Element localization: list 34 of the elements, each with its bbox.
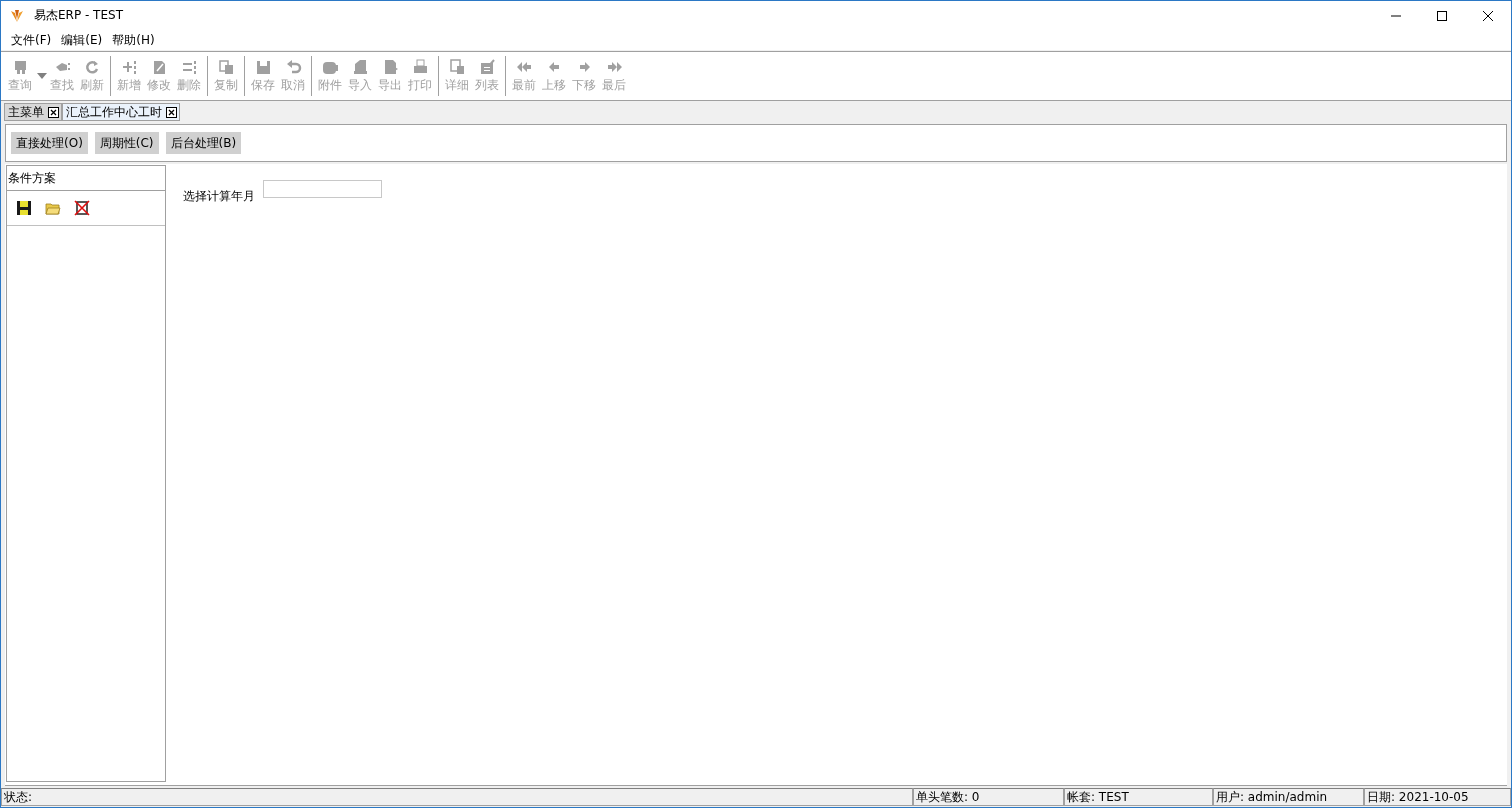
- window-title: 易杰ERP - TEST: [34, 7, 124, 24]
- logo-icon: [10, 8, 24, 23]
- clipboard-icon: [478, 58, 496, 75]
- status-cell: 帐套: TEST: [1064, 788, 1213, 806]
- minus-icon: [180, 58, 198, 75]
- close-icon[interactable]: [48, 106, 59, 118]
- delete-icon[interactable]: [74, 200, 90, 216]
- panel-title: 条件方案: [8, 169, 56, 187]
- field-label: 选择计算年月: [183, 188, 255, 205]
- status-cell: 单头笔数: 0: [913, 788, 1064, 806]
- tab[interactable]: 汇总工作中心工时: [62, 103, 180, 121]
- folder-icon[interactable]: [45, 200, 61, 216]
- action-button[interactable]: 直接处理(O): [11, 132, 88, 154]
- status-cell: 状态:: [1, 788, 913, 806]
- status-cell: 日期: 2021-10-05: [1364, 788, 1511, 806]
- menu-item[interactable]: 文件(F): [6, 31, 57, 49]
- refresh-icon: [83, 58, 101, 75]
- copy-icon: [217, 58, 235, 75]
- action-button[interactable]: 周期性(C): [94, 132, 159, 154]
- tab-label[interactable]: 汇总工作中心工时: [66, 103, 162, 121]
- close-icon[interactable]: [1483, 10, 1493, 21]
- tab-label[interactable]: 主菜单: [8, 103, 44, 121]
- input-field[interactable]: [263, 180, 382, 198]
- document-icon: [448, 58, 466, 75]
- status-cell: 用户: admin/admin: [1213, 788, 1364, 806]
- menu-item[interactable]: 编辑(E): [56, 31, 108, 49]
- plus-icon: [120, 58, 138, 75]
- print-icon: [411, 58, 429, 75]
- action-button[interactable]: 后台处理(B): [165, 132, 242, 154]
- import-icon: [351, 58, 369, 75]
- close-icon[interactable]: [166, 106, 177, 118]
- maximize-icon[interactable]: [1437, 10, 1447, 21]
- menu-item[interactable]: 帮助(H): [107, 31, 160, 49]
- tab[interactable]: 主菜单: [4, 103, 62, 121]
